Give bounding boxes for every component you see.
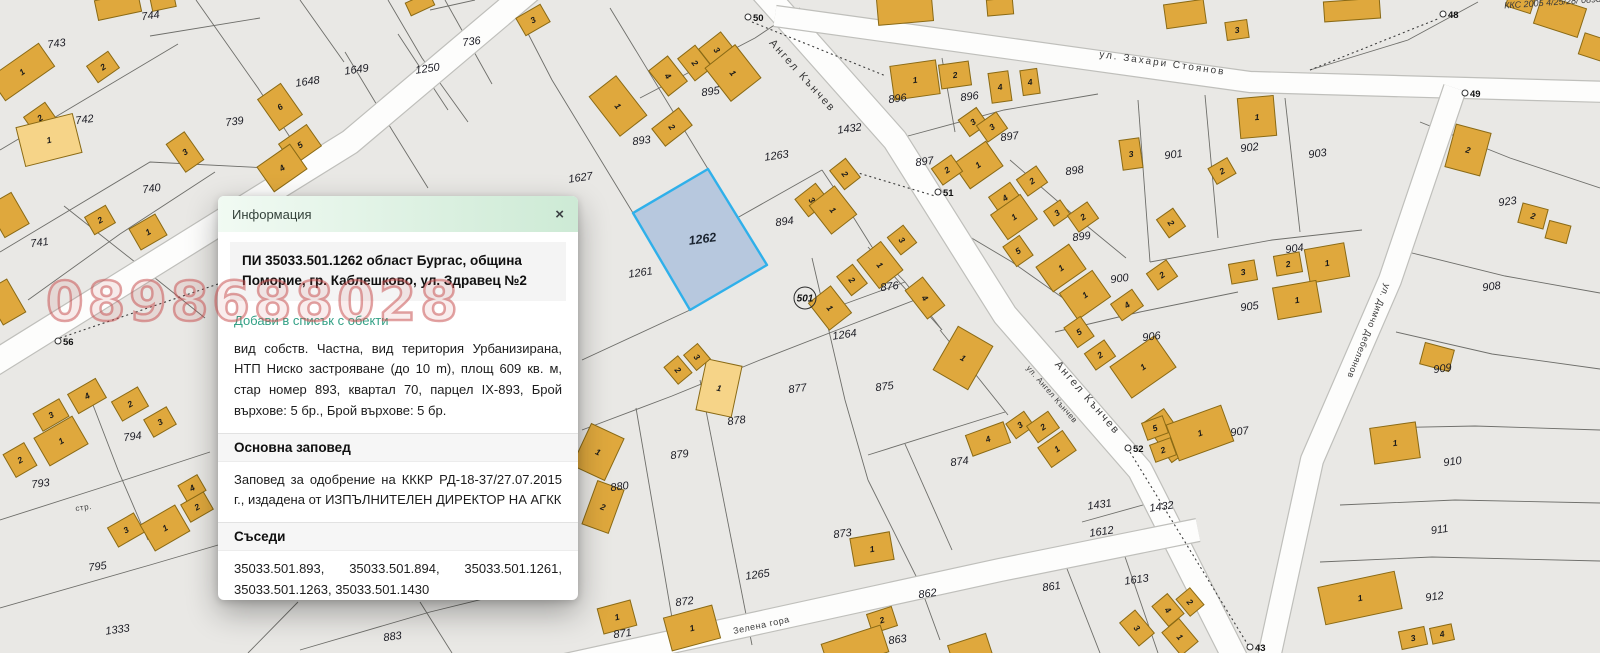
survey-point-marker	[745, 14, 751, 20]
info-popup-title: Информация	[232, 207, 312, 222]
survey-point-marker	[55, 338, 61, 344]
building[interactable]	[986, 0, 1013, 16]
survey-point-marker	[1125, 445, 1131, 451]
building[interactable]: 3	[1228, 260, 1257, 284]
building[interactable]	[1323, 0, 1380, 22]
survey-point-501-label: 501	[797, 294, 814, 305]
survey-point-label: 49	[1470, 89, 1481, 100]
building[interactable]: 3	[1119, 138, 1143, 170]
parcel-label[interactable]: 862	[918, 587, 938, 601]
survey-point-marker	[1440, 11, 1446, 17]
parcel-label[interactable]: 911	[1430, 523, 1449, 537]
parcel-label[interactable]: 742	[75, 113, 95, 127]
parcel-label[interactable]: 739	[225, 115, 245, 129]
order-section-text: Заповед за одобрение на КККР РД-18-37/27…	[234, 470, 562, 512]
parcel-label[interactable]: 794	[123, 430, 143, 444]
building-footprint[interactable]	[1323, 0, 1380, 22]
parcel-label[interactable]: 861	[1042, 580, 1062, 594]
building[interactable]: 1	[1237, 96, 1276, 139]
parcel-label[interactable]: 741	[30, 236, 50, 250]
parcel-label[interactable]: 874	[950, 455, 970, 469]
building[interactable]: 3	[1225, 20, 1249, 41]
building[interactable]: 2	[938, 61, 971, 89]
survey-point-label: 51	[943, 188, 954, 199]
building-footprint[interactable]	[986, 0, 1013, 16]
parcel-label[interactable]: 744	[141, 9, 161, 23]
parcel-identifier-title: ПИ 35033.501.1262 област Бургас, община …	[230, 242, 566, 301]
cadastre-app: 1221365412332411212443312332122413251142…	[0, 0, 1600, 653]
survey-point-label: 52	[1133, 444, 1144, 455]
parcel-label[interactable]: 899	[1072, 230, 1092, 244]
building-footprint[interactable]	[876, 0, 933, 25]
close-icon[interactable]: ×	[555, 207, 564, 222]
survey-point-label: 43	[1255, 643, 1266, 653]
survey-point-marker	[1462, 90, 1468, 96]
parcel-label[interactable]: 904	[1285, 242, 1305, 256]
building[interactable]: 1	[1304, 243, 1349, 283]
survey-point-marker	[935, 189, 941, 195]
building[interactable]: 1	[1370, 422, 1421, 464]
parcel-label[interactable]: 894	[775, 215, 795, 229]
order-section-heading: Основна заповед	[218, 433, 578, 462]
survey-point-label: 48	[1448, 10, 1459, 21]
building[interactable]: 4	[1020, 68, 1040, 95]
building[interactable]	[1164, 0, 1207, 29]
info-popup-body: ПИ 35033.501.1262 област Бургас, община …	[218, 242, 578, 600]
survey-point-marker	[1247, 644, 1253, 650]
parcel-label[interactable]: 879	[670, 448, 690, 462]
neighbors-section-text: 35033.501.893, 35033.501.894, 35033.501.…	[234, 559, 562, 600]
building-footprint[interactable]	[1164, 0, 1207, 29]
info-popup-header: Информация ×	[218, 196, 578, 232]
parcel-label[interactable]: 901	[1164, 148, 1184, 162]
survey-point-label: 56	[63, 337, 74, 348]
info-popup: Информация × ПИ 35033.501.1262 област Бу…	[218, 196, 578, 600]
parcel-label[interactable]: 872	[675, 595, 695, 609]
building[interactable]: 4	[988, 71, 1012, 103]
parcel-label[interactable]: 902	[1240, 141, 1260, 155]
building[interactable]: 1	[1273, 280, 1322, 319]
parcel-label[interactable]: 912	[1425, 590, 1445, 604]
survey-point-label: 50	[753, 13, 764, 24]
neighbors-section-heading: Съседи	[218, 522, 578, 551]
add-to-object-list-link[interactable]: Добави в списък с обекти	[234, 313, 389, 328]
building[interactable]	[876, 0, 933, 25]
parcel-details-text: вид собств. Частна, вид територия Урбани…	[234, 339, 562, 422]
parcel-label[interactable]: 909	[1433, 362, 1453, 376]
parcel-label[interactable]: 871	[613, 627, 633, 641]
